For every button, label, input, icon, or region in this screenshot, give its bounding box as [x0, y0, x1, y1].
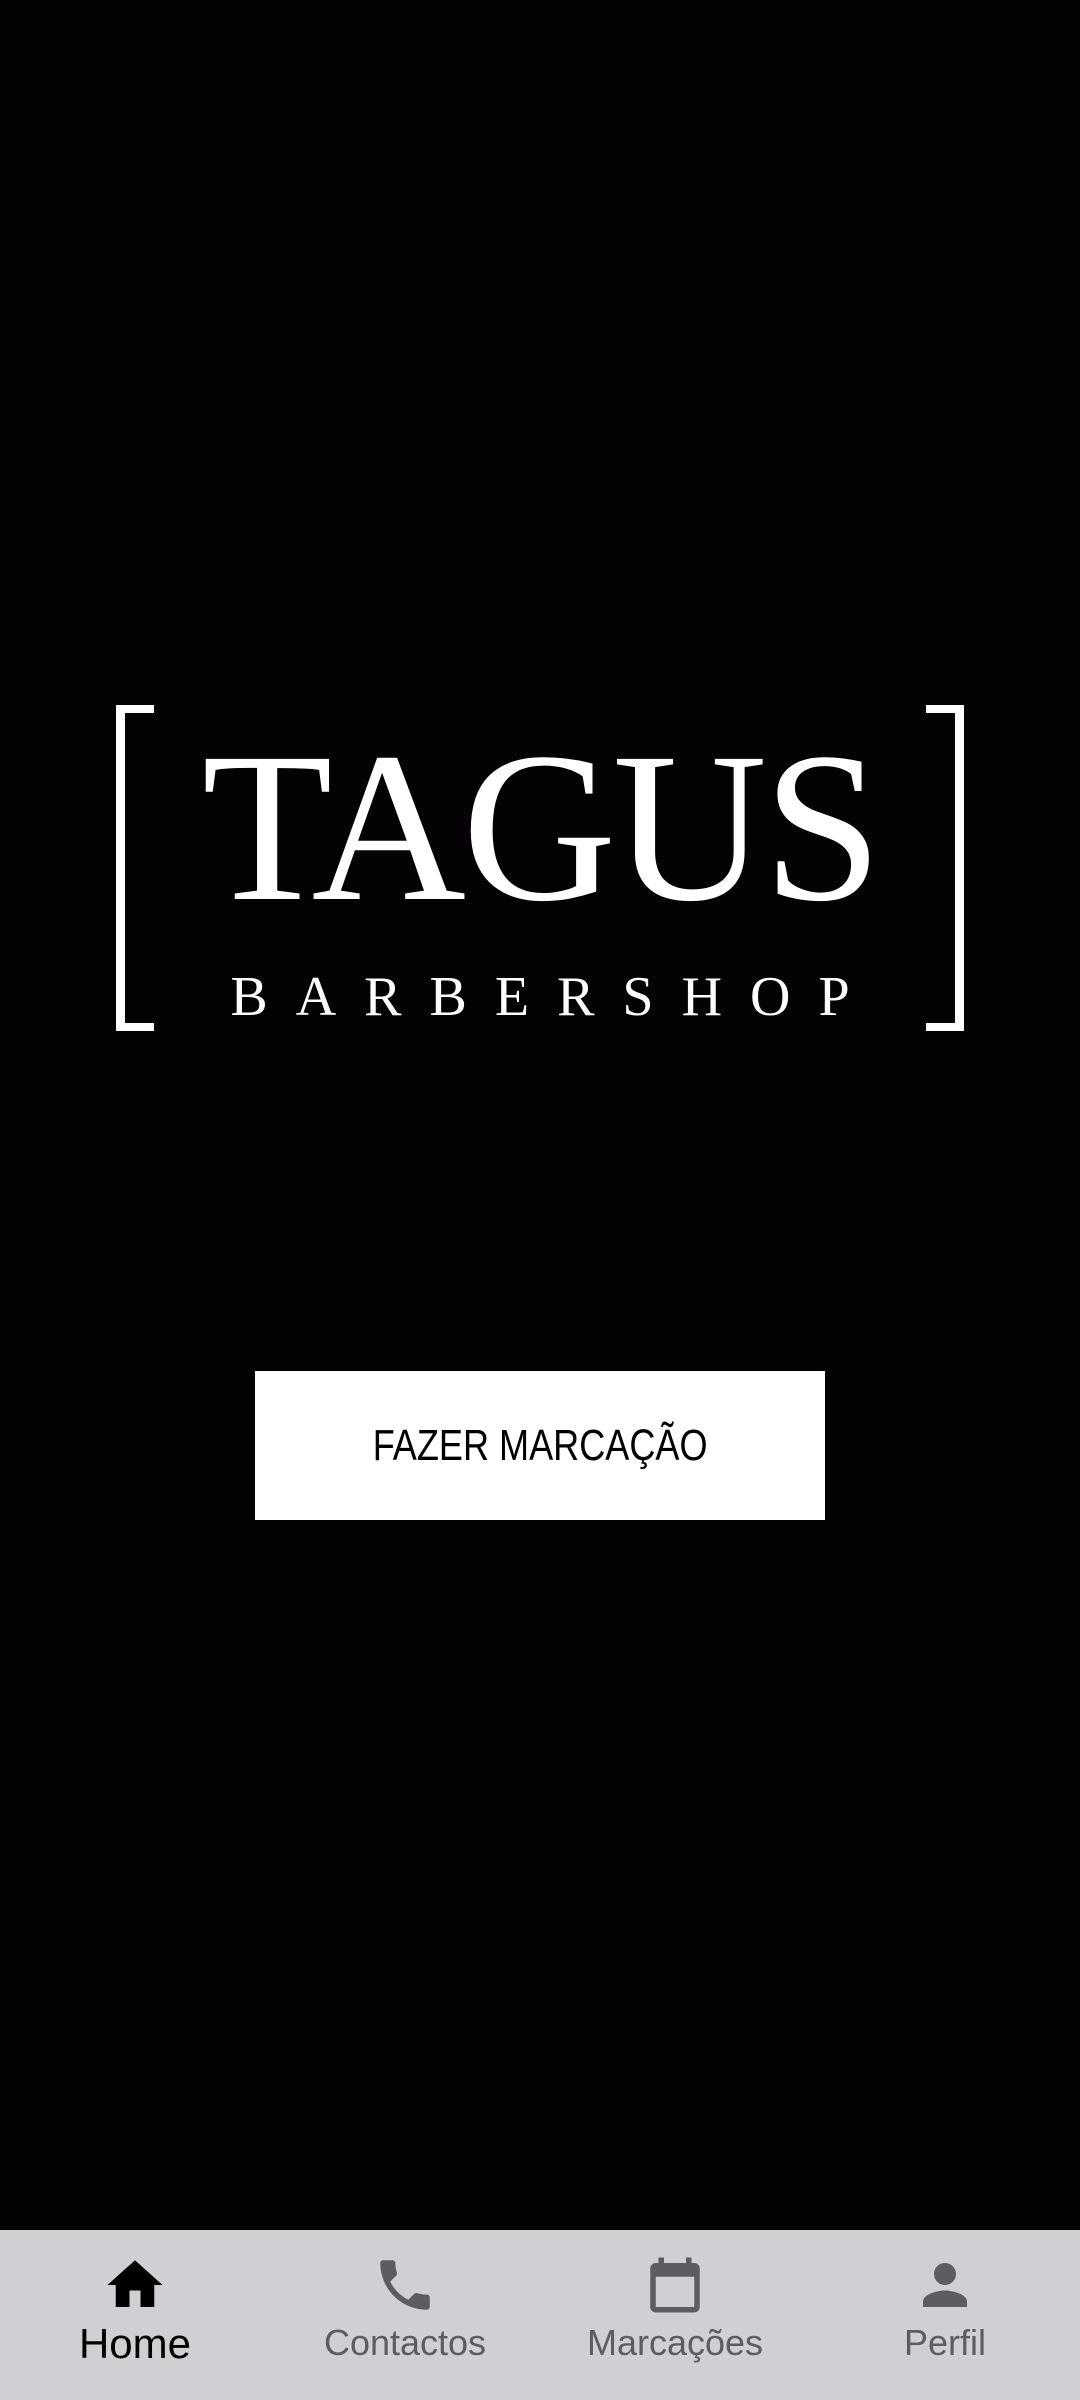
home-icon	[107, 2260, 163, 2307]
bottom-navigation: Home Contactos Marcações Perfil	[0, 2230, 1080, 2400]
nav-label-contactos: Contactos	[323, 2322, 487, 2363]
nav-item-perfil[interactable]: Perfil	[810, 2230, 1080, 2400]
book-appointment-label: FAZER MARCAÇÃO	[372, 1420, 708, 1470]
book-appointment-button[interactable]: FAZER MARCAÇÃO	[255, 1371, 825, 1520]
calendar-icon	[650, 2257, 700, 2313]
nav-label-marcacoes: Marcações	[586, 2322, 764, 2363]
nav-item-contactos[interactable]: Contactos	[270, 2230, 540, 2400]
nav-label-home: Home	[78, 2320, 192, 2367]
nav-item-marcacoes[interactable]: Marcações	[540, 2230, 810, 2400]
nav-item-home[interactable]: Home	[0, 2230, 270, 2400]
logo-subtitle: BARBERSHOP	[230, 966, 878, 1028]
home-screen: TAGUS BARBERSHOP FAZER MARCAÇÃO Home Con…	[0, 0, 1080, 2400]
nav-label-perfil: Perfil	[903, 2322, 987, 2363]
phone-icon	[380, 2260, 430, 2310]
person-icon	[923, 2263, 967, 2307]
logo-title: TAGUS	[201, 709, 882, 946]
tagus-logo: TAGUS BARBERSHOP	[116, 705, 964, 1037]
